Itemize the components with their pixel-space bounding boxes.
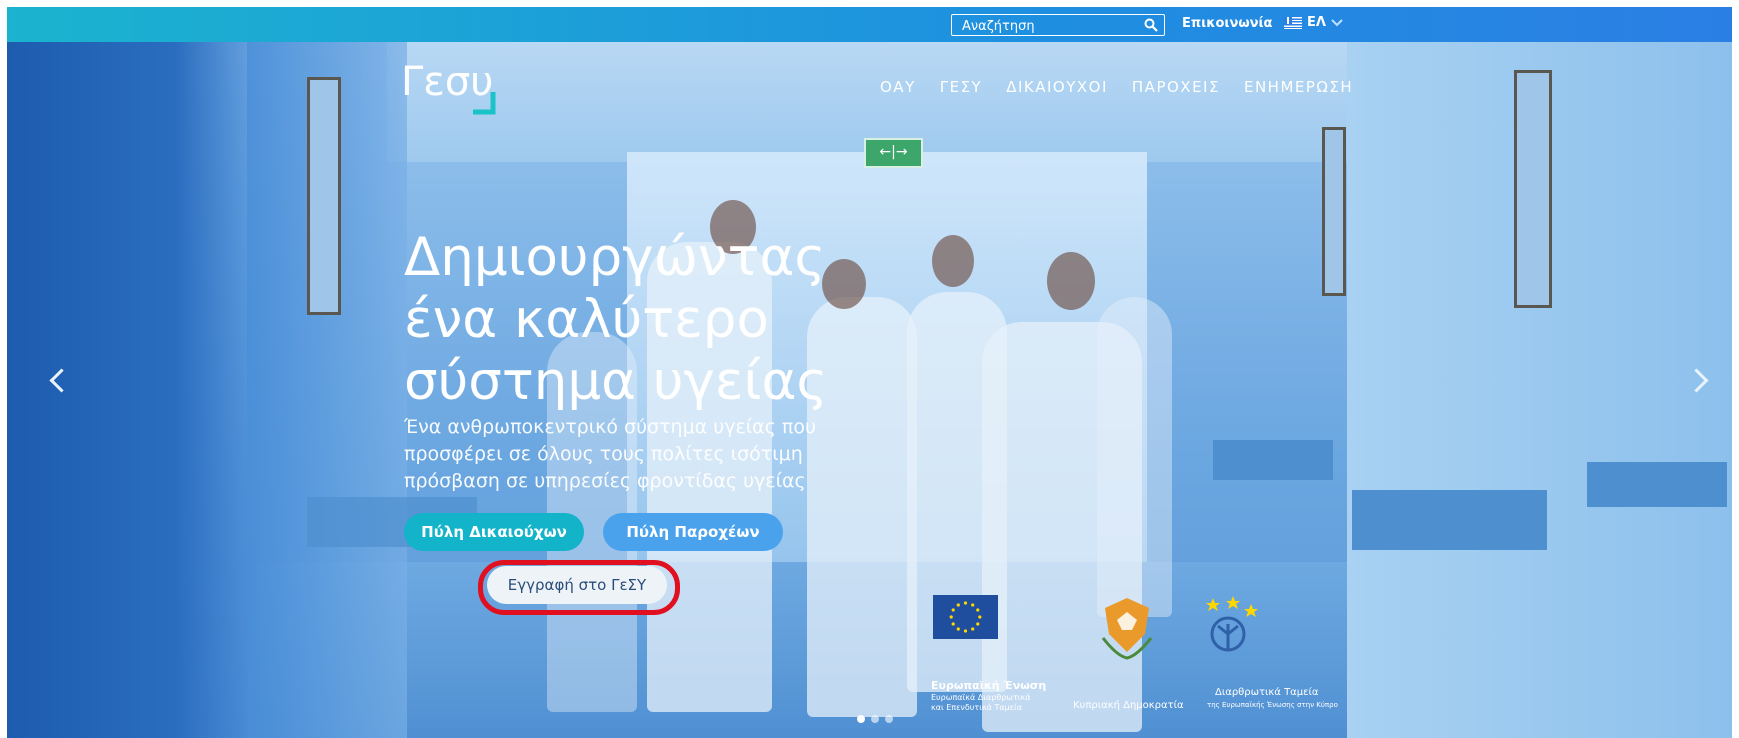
language-selector[interactable]: ΕΛ [1284, 15, 1343, 30]
eu-title: Ευρωπαϊκή Ένωση [931, 679, 1047, 692]
wall-picture [1322, 127, 1346, 296]
hero-headline: Δημιουργώντας ένα καλύτερο σύστημα υγεία… [404, 227, 924, 413]
main-nav: ΟΑΥ ΓΕΣΥ ΔΙΚΑΙΟΥΧΟΙ ΠΑΡΟΧΕΙΣ ΕΝΗΜΕΡΩΣΗ [880, 78, 1377, 96]
student-figure [1097, 297, 1172, 617]
search-input[interactable] [960, 17, 1134, 35]
structural-funds-subtitle: της Ευρωπαϊκής Ένωσης στην Κύπρο [1207, 701, 1338, 709]
greek-flag-icon [1284, 16, 1302, 29]
carousel-dots [857, 715, 893, 723]
chevron-down-icon [1331, 18, 1343, 26]
cyprus-emblem-icon [1101, 598, 1153, 660]
student-head [1047, 252, 1095, 310]
hero-subtitle: Ένα ανθρωποκεντρικό σύστημα υγείας που π… [404, 416, 816, 492]
exit-sign: ←|→ [864, 138, 923, 168]
hero-slider: ←|→ Γεσυ ΟΑΥ ΓΕΣΥ ΔΙΚΑΙΟΥΧΟΙ ΠΑΡΟΧΕΙΣ ΕΝ… [7, 42, 1732, 738]
wall-picture [307, 77, 341, 315]
structural-funds-emblem-icon [1206, 596, 1258, 652]
search-box[interactable] [951, 14, 1165, 36]
beneficiaries-portal-button[interactable]: Πύλη Δικαιούχων [404, 513, 584, 551]
eu-flag-icon [933, 595, 998, 639]
contact-link[interactable]: Επικοινωνία [1182, 16, 1272, 31]
structural-funds-title: Διαρθρωτικά Ταμεία [1215, 687, 1319, 698]
highlight-annotation [478, 560, 680, 615]
carousel-dot[interactable] [871, 715, 879, 723]
nav-item-providers[interactable]: ΠΑΡΟΧΕΙΣ [1132, 78, 1220, 96]
gesy-logo[interactable]: Γεσυ [397, 57, 517, 117]
language-label: ΕΛ [1307, 15, 1326, 30]
wall-rail [1213, 440, 1333, 480]
nav-item-beneficiaries[interactable]: ΔΙΚΑΙΟΥΧΟΙ [1006, 78, 1108, 96]
providers-portal-button[interactable]: Πύλη Παροχέων [603, 513, 783, 551]
nav-item-news[interactable]: ΕΝΗΜΕΡΩΣΗ [1244, 78, 1353, 96]
carousel-dot[interactable] [857, 715, 865, 723]
headline-line: Δημιουργώντας [404, 227, 826, 288]
cyprus-text: Κυπριακή Δημοκρατία [1073, 700, 1184, 711]
wall-rail [1587, 462, 1727, 507]
browser-viewport: Επικοινωνία ΕΛ ←|→ [7, 7, 1732, 738]
headline-line: σύστημα υγείας [404, 351, 828, 412]
wall-rail [1352, 490, 1547, 550]
top-bar: Επικοινωνία ΕΛ [7, 7, 1732, 42]
wall-picture [1514, 70, 1552, 308]
search-icon[interactable] [1144, 18, 1158, 32]
hero-left-shade [7, 42, 247, 738]
nav-item-oay[interactable]: ΟΑΥ [880, 78, 916, 96]
nav-item-gesy[interactable]: ΓΕΣΥ [940, 78, 982, 96]
carousel-dot[interactable] [885, 715, 893, 723]
logo-text: Γεσυ [401, 59, 493, 105]
eu-subtitle: Ευρωπαϊκά Διαρθρωτικά και Επενδυτικά Ταμ… [931, 693, 1031, 712]
student-head [932, 235, 974, 287]
headline-line: ένα καλύτερο [404, 289, 769, 350]
